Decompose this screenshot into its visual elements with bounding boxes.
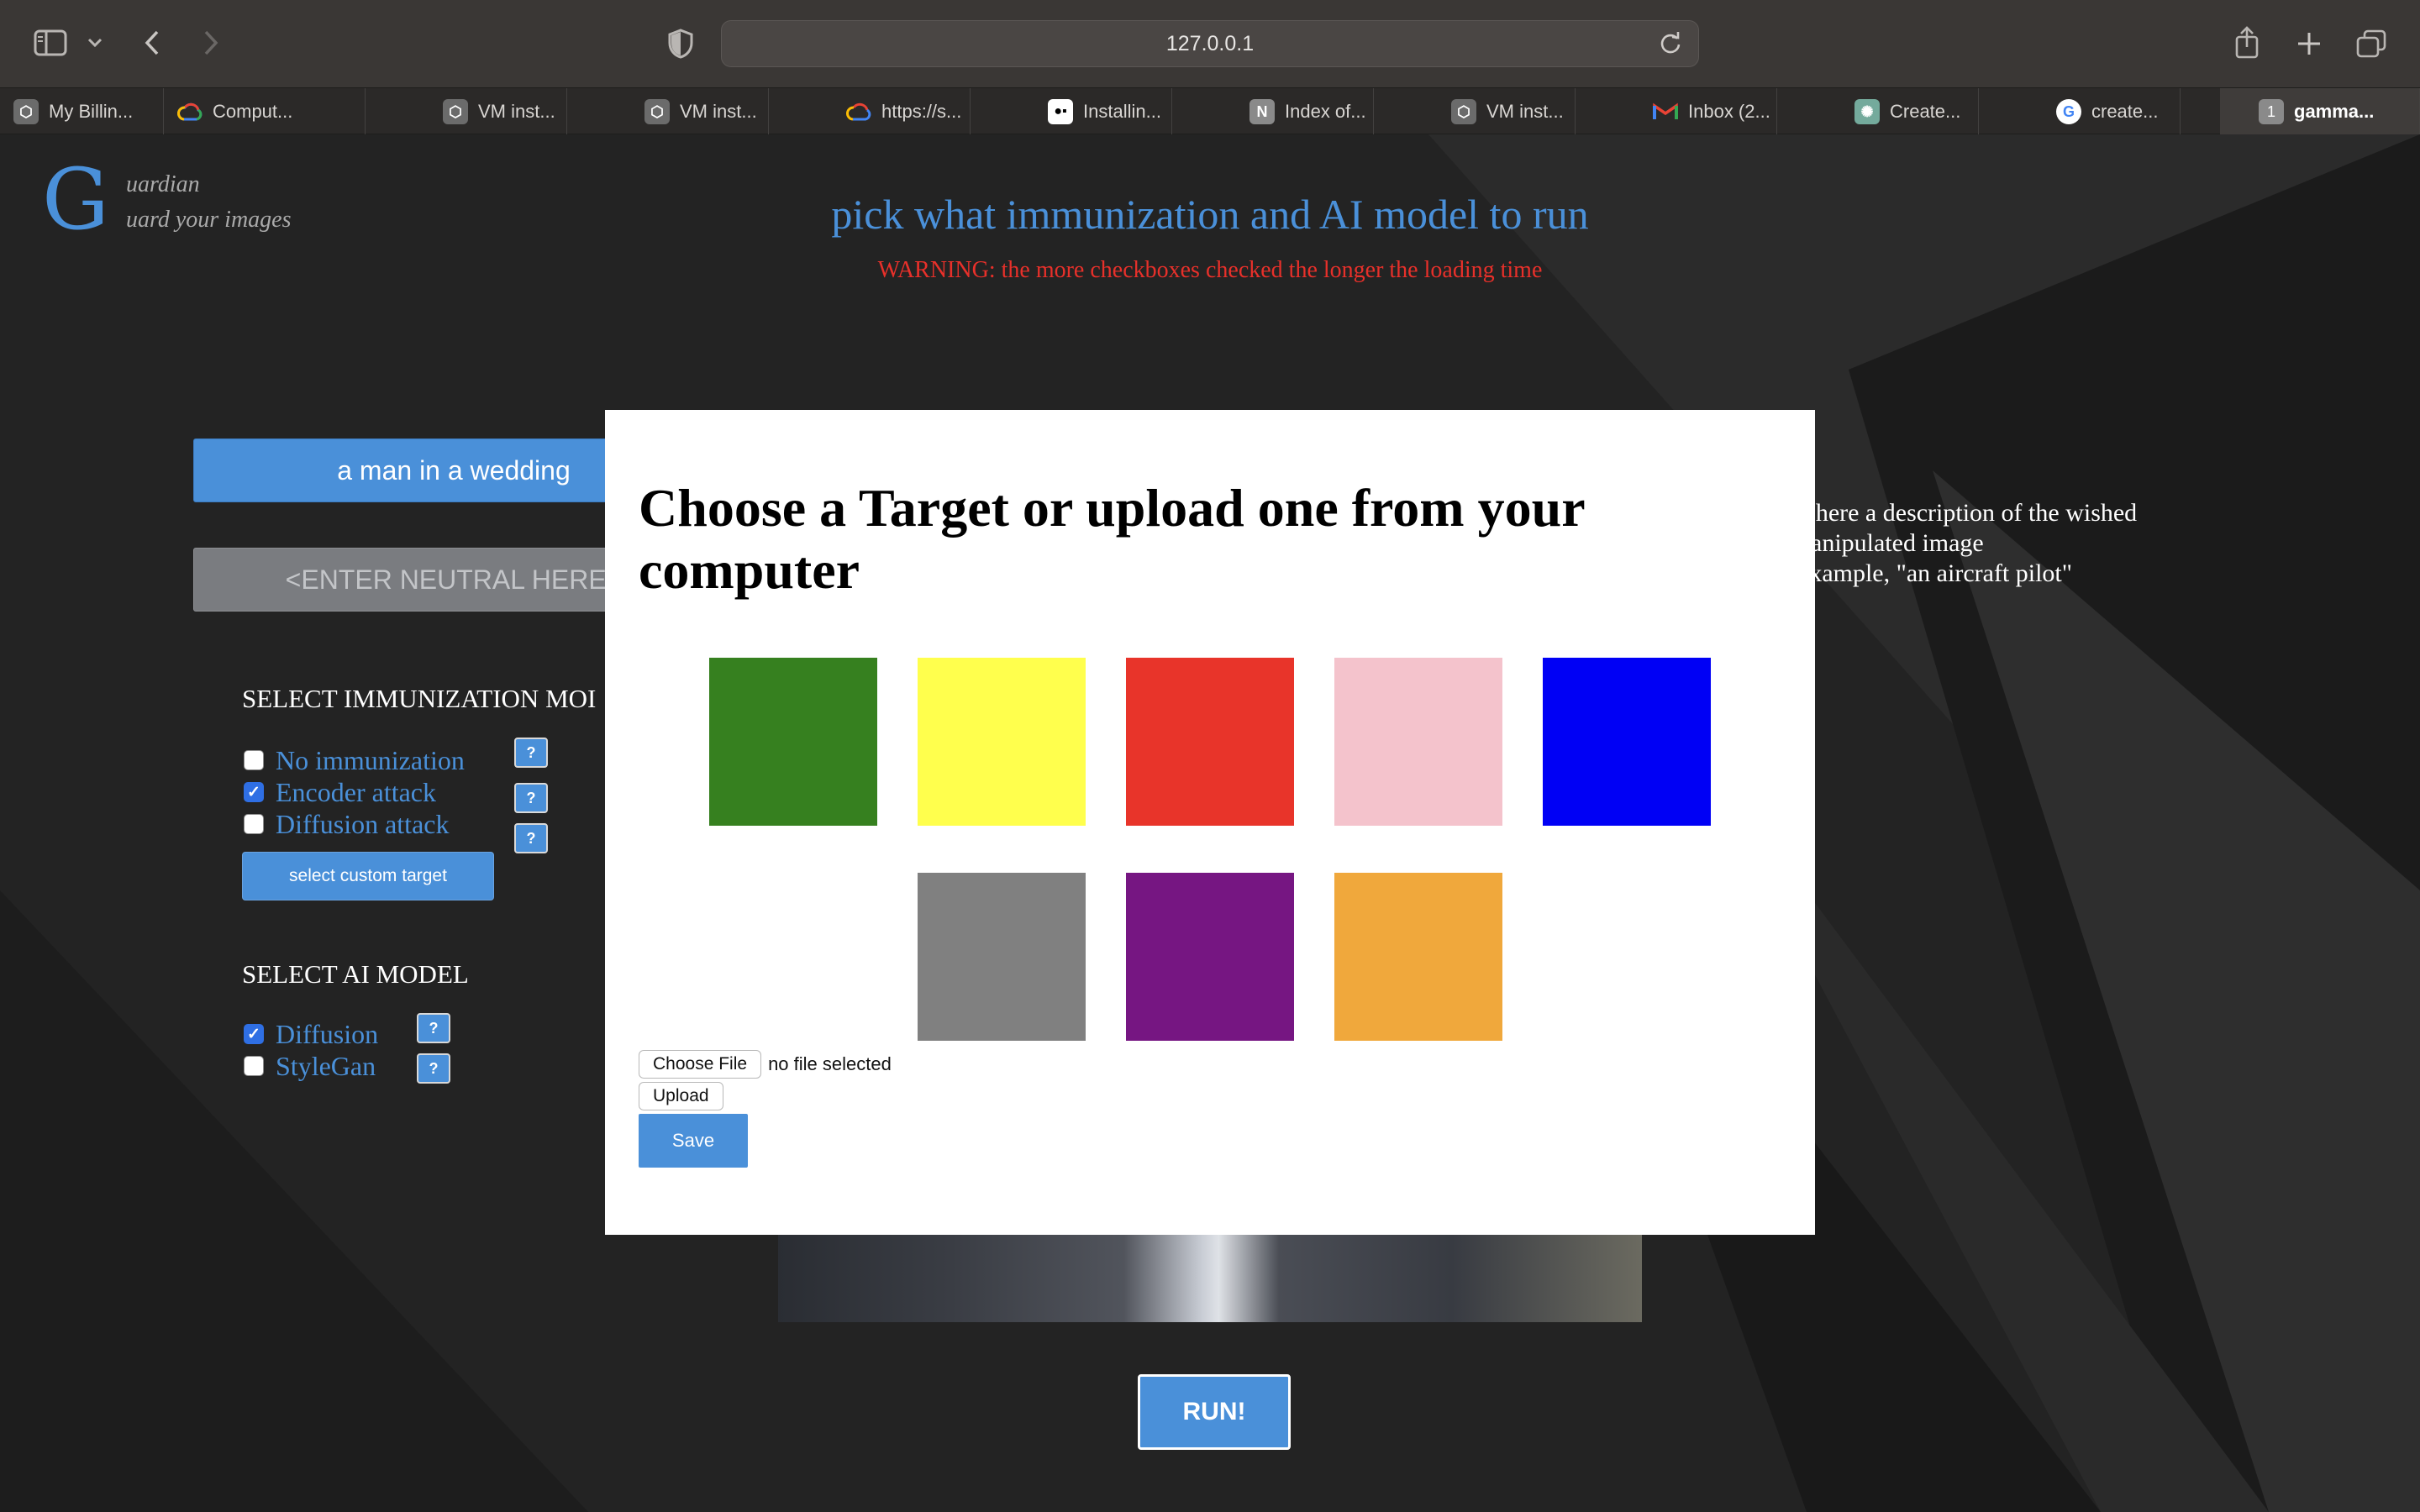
target-swatch-red[interactable] [1126,658,1294,826]
forward-arrow-icon[interactable] [198,27,224,59]
address-bar[interactable]: 127.0.0.1 [721,20,1699,67]
back-arrow-icon[interactable] [139,27,165,59]
help-button-encoder-attack[interactable]: ? [514,783,548,813]
tab-vm-instances-3[interactable]: ⬡ VM inst... [1374,88,1576,135]
tab-label: Inbox (2... [1688,101,1770,122]
checkbox[interactable] [244,814,264,834]
tab-https[interactable]: https://s... [769,88,971,135]
option-label: No immunization [276,744,465,775]
checkbox[interactable] [244,1056,264,1076]
sidebar-toggle-icon[interactable] [32,27,69,59]
tab-compute[interactable]: Comput... [164,88,366,135]
tab-bar: ⬡ My Billin... Comput... ⬡ VM inst... ⬡ … [0,87,2420,135]
target-swatch-pink[interactable] [1334,658,1502,826]
tab-create-google[interactable]: G create... [1979,88,2181,135]
gmail-icon [1653,99,1678,124]
target-swatch-yellow[interactable] [918,658,1086,826]
tab-label: gamma... [2294,101,2375,122]
tab-label: VM inst... [680,101,757,122]
tab-my-billing[interactable]: ⬡ My Billin... [0,88,164,135]
warning-text: WARNING: the more checkboxes checked the… [877,257,1543,283]
help-button-diffusion-attack[interactable]: ? [514,823,548,853]
tab-label: Installin... [1083,101,1161,122]
tab-label: VM inst... [1486,101,1564,122]
model-option-diffusion[interactable]: ✓ Diffusion [244,1018,379,1049]
target-swatch-orange[interactable] [1334,873,1502,1041]
tab-label: VM inst... [478,101,555,122]
tab-index-of[interactable]: N Index of... [1172,88,1374,135]
help-button-stylegan[interactable]: ? [417,1053,450,1084]
choose-file-button[interactable]: Choose File [639,1050,762,1079]
ai-model-section-title: SELECT AI MODEL [242,959,469,989]
tab-gamma[interactable]: 1 gamma... [2220,88,2420,135]
tab-label: https://s... [881,101,962,122]
description-line: example, "an aircraft pilot" [1798,559,2073,587]
google-cloud-icon [846,99,871,124]
option-label: Encoder attack [276,776,436,807]
chevron-down-icon[interactable] [84,30,106,55]
tab-create-openai[interactable]: ✺ Create... [1777,88,1979,135]
numbered-icon: 1 [2259,99,2284,124]
tab-label: Create... [1890,101,1961,122]
page-heading: pick what immunization and AI model to r… [831,191,1589,238]
checkbox-checked[interactable]: ✓ [244,1024,264,1044]
tab-inbox[interactable]: Inbox (2... [1576,88,1777,135]
tab-vm-instances-2[interactable]: ⬡ VM inst... [567,88,769,135]
description-line: e here a description of the wished [1798,499,2138,527]
choose-target-modal: Choose a Target or upload one from your … [605,410,1815,1235]
help-button-diffusion[interactable]: ? [417,1013,450,1043]
n-icon: N [1249,99,1275,124]
tab-label: My Billin... [49,101,134,122]
google-cloud-icon [177,99,203,124]
help-button-no-immunization[interactable]: ? [514,738,548,768]
option-label: Diffusion attack [276,808,450,839]
immunization-option-no-immunization[interactable]: No immunization [244,744,465,775]
gcp-icon: ⬡ [1451,99,1476,124]
modal-title: Choose a Target or upload one from your … [639,478,1585,600]
browser-toolbar: 127.0.0.1 [0,0,2420,87]
gcp-icon: ⬡ [13,99,39,124]
google-icon: G [2056,99,2081,124]
gcp-icon: ⬡ [644,99,670,124]
immunization-option-diffusion-attack[interactable]: Diffusion attack [244,808,450,839]
new-tab-icon[interactable] [2292,27,2326,60]
openai-icon: ✺ [1854,99,1880,124]
tab-overview-icon[interactable] [2354,27,2388,60]
option-label: StyleGan [276,1050,376,1081]
immunization-section-title: SELECT IMMUNIZATION MOI [242,684,597,713]
tab-installing[interactable]: ●▪ Installin... [971,88,1172,135]
upload-button[interactable]: Upload [639,1082,723,1110]
medium-icon: ●▪ [1048,99,1073,124]
select-custom-target-button[interactable]: select custom target [242,852,494,900]
checkbox[interactable] [244,750,264,770]
immunization-option-encoder-attack[interactable]: ✓ Encoder attack [244,776,436,807]
target-swatch-purple[interactable] [1126,873,1294,1041]
checkbox-checked[interactable]: ✓ [244,782,264,802]
option-label: Diffusion [276,1018,379,1049]
tab-vm-instances-1[interactable]: ⬡ VM inst... [366,88,567,135]
save-button[interactable]: Save [639,1114,748,1168]
uploaded-photo [778,1226,1642,1322]
target-swatch-blue[interactable] [1543,658,1711,826]
page: G uardian uard your images pick what imm… [0,134,2420,1512]
tab-label: create... [2091,101,2159,122]
file-status: no file selected [768,1053,892,1074]
file-picker: Choose File no file selected [639,1050,892,1079]
url-text[interactable]: 127.0.0.1 [722,21,1698,66]
run-button[interactable]: RUN! [1138,1374,1291,1450]
description-line: nanipulated image [1798,529,1984,557]
gcp-icon: ⬡ [443,99,468,124]
tab-label: Comput... [213,101,293,122]
tab-label: Index of... [1285,101,1366,122]
target-swatch-gray[interactable] [918,873,1086,1041]
shield-icon[interactable] [666,27,696,60]
target-swatch-green[interactable] [709,658,877,826]
reload-icon[interactable] [1658,31,1683,56]
model-option-stylegan[interactable]: StyleGan [244,1050,376,1081]
share-icon[interactable] [2232,24,2262,60]
